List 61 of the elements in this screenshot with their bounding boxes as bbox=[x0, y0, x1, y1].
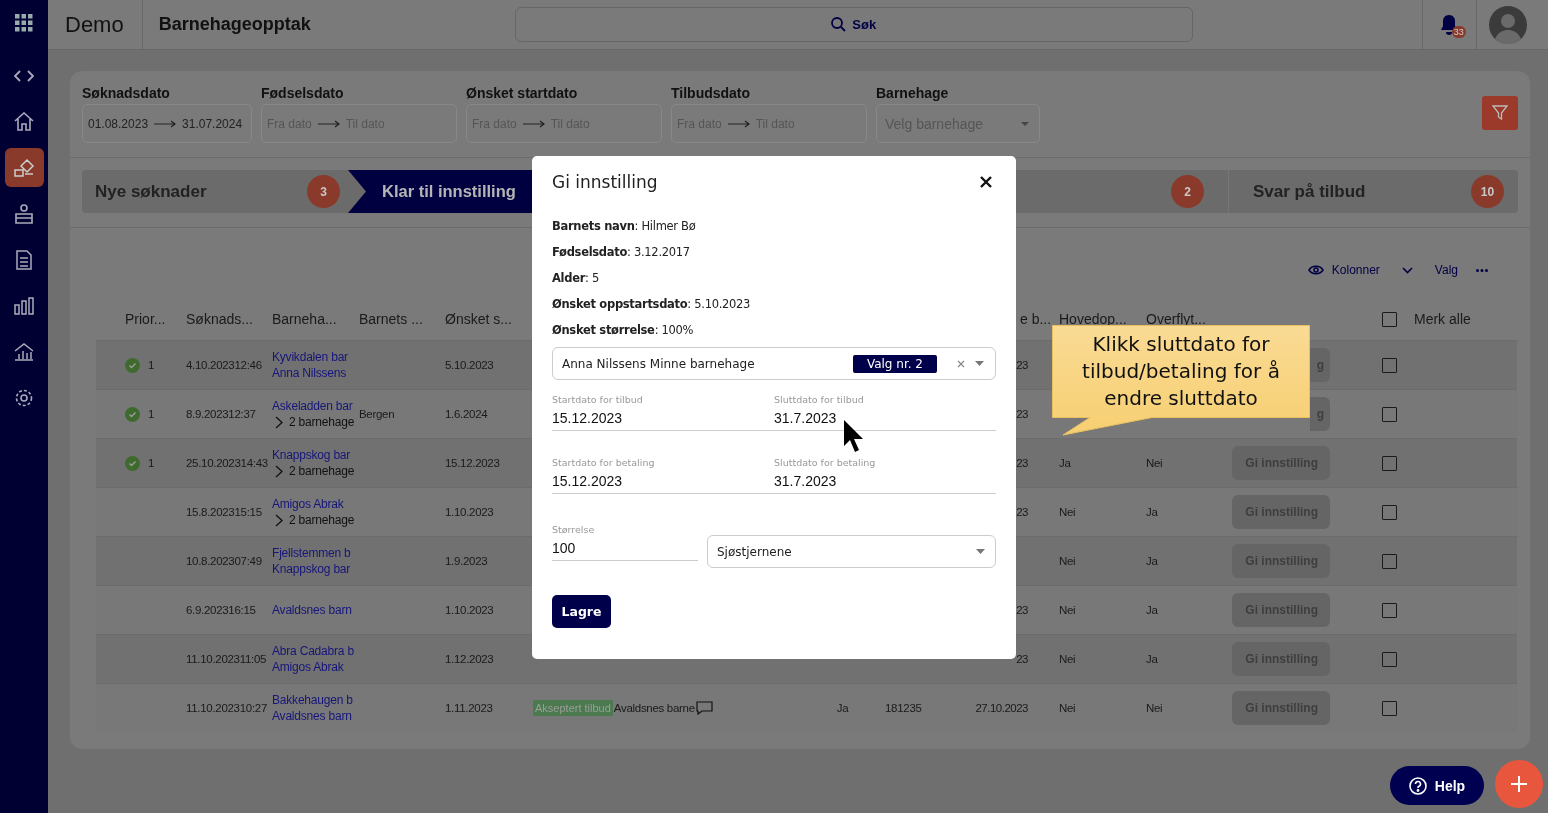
count-badge: 10 bbox=[1471, 175, 1504, 208]
detail-text: Fødselsdato: 3.12.2017 bbox=[552, 244, 691, 261]
table-cell: Nei bbox=[1059, 653, 1076, 665]
table-cell: 23 bbox=[1016, 457, 1028, 469]
table-cell: 27.10.2023 bbox=[975, 702, 1028, 714]
table-cell: Nei bbox=[1059, 555, 1076, 567]
table-cell: Ja bbox=[1146, 506, 1158, 518]
app-name: Demo bbox=[48, 0, 143, 50]
table-cell: Nei bbox=[1146, 457, 1163, 469]
table-cell: Nei bbox=[1059, 702, 1076, 714]
table-cell: 11.10.202310:27 bbox=[186, 702, 267, 714]
table-cell: 1.10.2023 bbox=[445, 604, 494, 616]
dialog-title: Gi innstilling bbox=[552, 172, 658, 192]
detail-text: Barnets navn: Hilmer Bø bbox=[552, 218, 697, 235]
status-badge: Akseptert tilbud bbox=[533, 700, 613, 716]
table-cell: Ja bbox=[1059, 457, 1071, 469]
count-badge: 2 bbox=[1171, 175, 1204, 208]
filter-label: Tilbudsdato bbox=[671, 85, 752, 101]
table-cell: Nei bbox=[1059, 604, 1076, 616]
select-all-label: Merk alle bbox=[1414, 311, 1471, 327]
table-cell: 15.8.202315:15 bbox=[186, 506, 262, 518]
table-cell: 1 bbox=[148, 359, 155, 371]
table-cell: 23 bbox=[1016, 604, 1028, 616]
table-cell: 1 bbox=[148, 457, 155, 469]
table-cell: 1.10.2023 bbox=[445, 506, 494, 518]
table-cell: Bergen bbox=[359, 408, 395, 420]
table-cell: Avaldsnes barne bbox=[613, 702, 695, 714]
table-cell: Ja bbox=[1146, 555, 1158, 567]
table-cell: 15.12.2023 bbox=[445, 457, 500, 469]
table-cell: 23 bbox=[1016, 359, 1028, 371]
detail-text: Ønsket størrelse: 100% bbox=[552, 322, 695, 339]
table-cell: 25.10.202314:43 bbox=[186, 457, 268, 469]
table-cell: Ja bbox=[1146, 653, 1158, 665]
table-cell: 1.6.2024 bbox=[445, 408, 488, 420]
module-title: Barnehageopptak bbox=[158, 14, 312, 35]
filter-label: Fødselsdato bbox=[261, 85, 345, 101]
filter-label: Søknadsdato bbox=[82, 85, 171, 101]
table-cell: 11.10.202311:05 bbox=[186, 653, 267, 665]
table-cell: 1.9.2023 bbox=[445, 555, 488, 567]
filter-label: Barnehage bbox=[876, 85, 950, 101]
table-cell: 1.12.2023 bbox=[445, 653, 494, 665]
choice-tag: Valg nr. 2 bbox=[852, 354, 937, 373]
count-badge: 3 bbox=[307, 175, 340, 208]
table-cell: 181235 bbox=[885, 702, 922, 714]
detail-text: Ønsket oppstartsdato: 5.10.2023 bbox=[552, 296, 752, 313]
table-cell: 1 bbox=[148, 408, 155, 420]
table-cell: 10.8.202307:49 bbox=[186, 555, 262, 567]
table-cell: 23 bbox=[1016, 408, 1028, 420]
table-cell: Ja bbox=[836, 702, 849, 714]
table-cell: 23 bbox=[1016, 506, 1028, 518]
table-cell: 5.10.2023 bbox=[445, 359, 494, 371]
filter-label: Ønsket startdato bbox=[466, 85, 579, 101]
table-cell: Nei bbox=[1059, 506, 1076, 518]
table-cell: 8.9.202312:37 bbox=[186, 408, 256, 420]
table-cell: 23 bbox=[1016, 653, 1028, 665]
detail-text: Alder: 5 bbox=[552, 270, 600, 287]
table-cell: 1.11.2023 bbox=[445, 702, 493, 714]
table-cell: Ja bbox=[1146, 604, 1158, 616]
table-cell: 6.9.202316:15 bbox=[186, 604, 256, 616]
table-cell: Nei bbox=[1146, 702, 1163, 714]
table-cell: 4.10.202312:46 bbox=[186, 359, 262, 371]
